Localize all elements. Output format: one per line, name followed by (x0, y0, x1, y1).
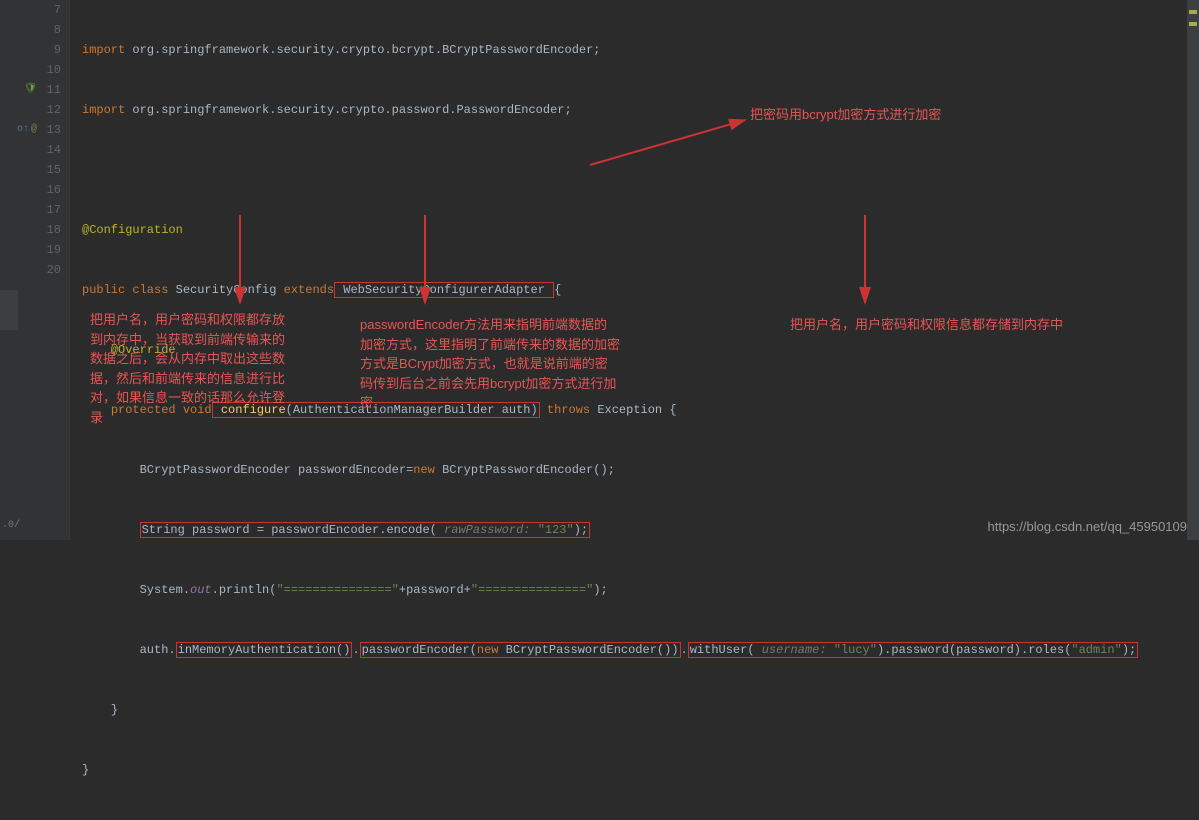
code-line: import org.springframework.security.cryp… (82, 40, 1199, 60)
status-text: .0/ (0, 520, 30, 540)
highlight-box: inMemoryAuthentication() (176, 642, 353, 658)
scrollbar-vertical[interactable] (1187, 0, 1199, 540)
line-number: 8 (41, 20, 61, 40)
line-number: 13 (41, 120, 61, 140)
code-line: BCryptPasswordEncoder passwordEncoder=ne… (82, 460, 1199, 480)
annotation-text: 把密码用bcrypt加密方式进行加密 (750, 105, 941, 125)
line-number: 12 (41, 100, 61, 120)
gutter: 7 8 9 10 🛡11 12 o↑@13 14 15 16 17 18 19 … (0, 0, 70, 540)
highlight-box: withUser( username: "lucy").password(pas… (688, 642, 1139, 658)
scrollbar-marker (1189, 10, 1197, 14)
code-area[interactable]: import org.springframework.security.cryp… (70, 0, 1199, 540)
line-number: 9 (41, 40, 61, 60)
watermark-text: https://blog.csdn.net/qq_45950109 (988, 519, 1188, 534)
highlight-box: String password = passwordEncoder.encode… (140, 522, 591, 538)
annotation-text: 把用户名，用户密码和权限都存放到内存中，当获取到前端传输来的数据之后，会从内存中… (90, 310, 290, 427)
code-line: System.out.println("==============="+pas… (82, 580, 1199, 600)
highlight-box: passwordEncoder(new BCryptPasswordEncode… (360, 642, 681, 658)
at-icon: @ (31, 120, 37, 140)
annotation-text: passwordEncoder方法用来指明前端数据的加密方式，这里指明了前端传来… (360, 315, 620, 413)
shield-icon: 🛡 (24, 80, 37, 100)
line-number: 11 (41, 80, 61, 100)
code-line: public class SecurityConfig extends WebS… (82, 280, 1199, 300)
code-line: } (82, 760, 1199, 780)
line-number: 19 (41, 240, 61, 260)
code-line: } (82, 700, 1199, 720)
line-number: 17 (41, 200, 61, 220)
line-number: 7 (41, 0, 61, 20)
line-number: 18 (41, 220, 61, 240)
line-number: 14 (41, 140, 61, 160)
code-line: auth.inMemoryAuthentication().passwordEn… (82, 640, 1199, 660)
code-line: import org.springframework.security.cryp… (82, 100, 1199, 120)
scrollbar-marker (1189, 22, 1197, 26)
code-line: @Configuration (82, 220, 1199, 240)
line-number: 16 (41, 180, 61, 200)
side-tab[interactable] (0, 290, 18, 330)
line-number: 20 (41, 260, 61, 280)
annotation-text: 把用户名，用户密码和权限信息都存储到内存中 (790, 315, 1063, 335)
override-icon[interactable]: o↑ (17, 120, 29, 140)
code-editor[interactable]: 7 8 9 10 🛡11 12 o↑@13 14 15 16 17 18 19 … (0, 0, 1199, 540)
line-number: 10 (41, 60, 61, 80)
highlight-box: WebSecurityConfigurerAdapter (334, 282, 554, 298)
line-number: 15 (41, 160, 61, 180)
